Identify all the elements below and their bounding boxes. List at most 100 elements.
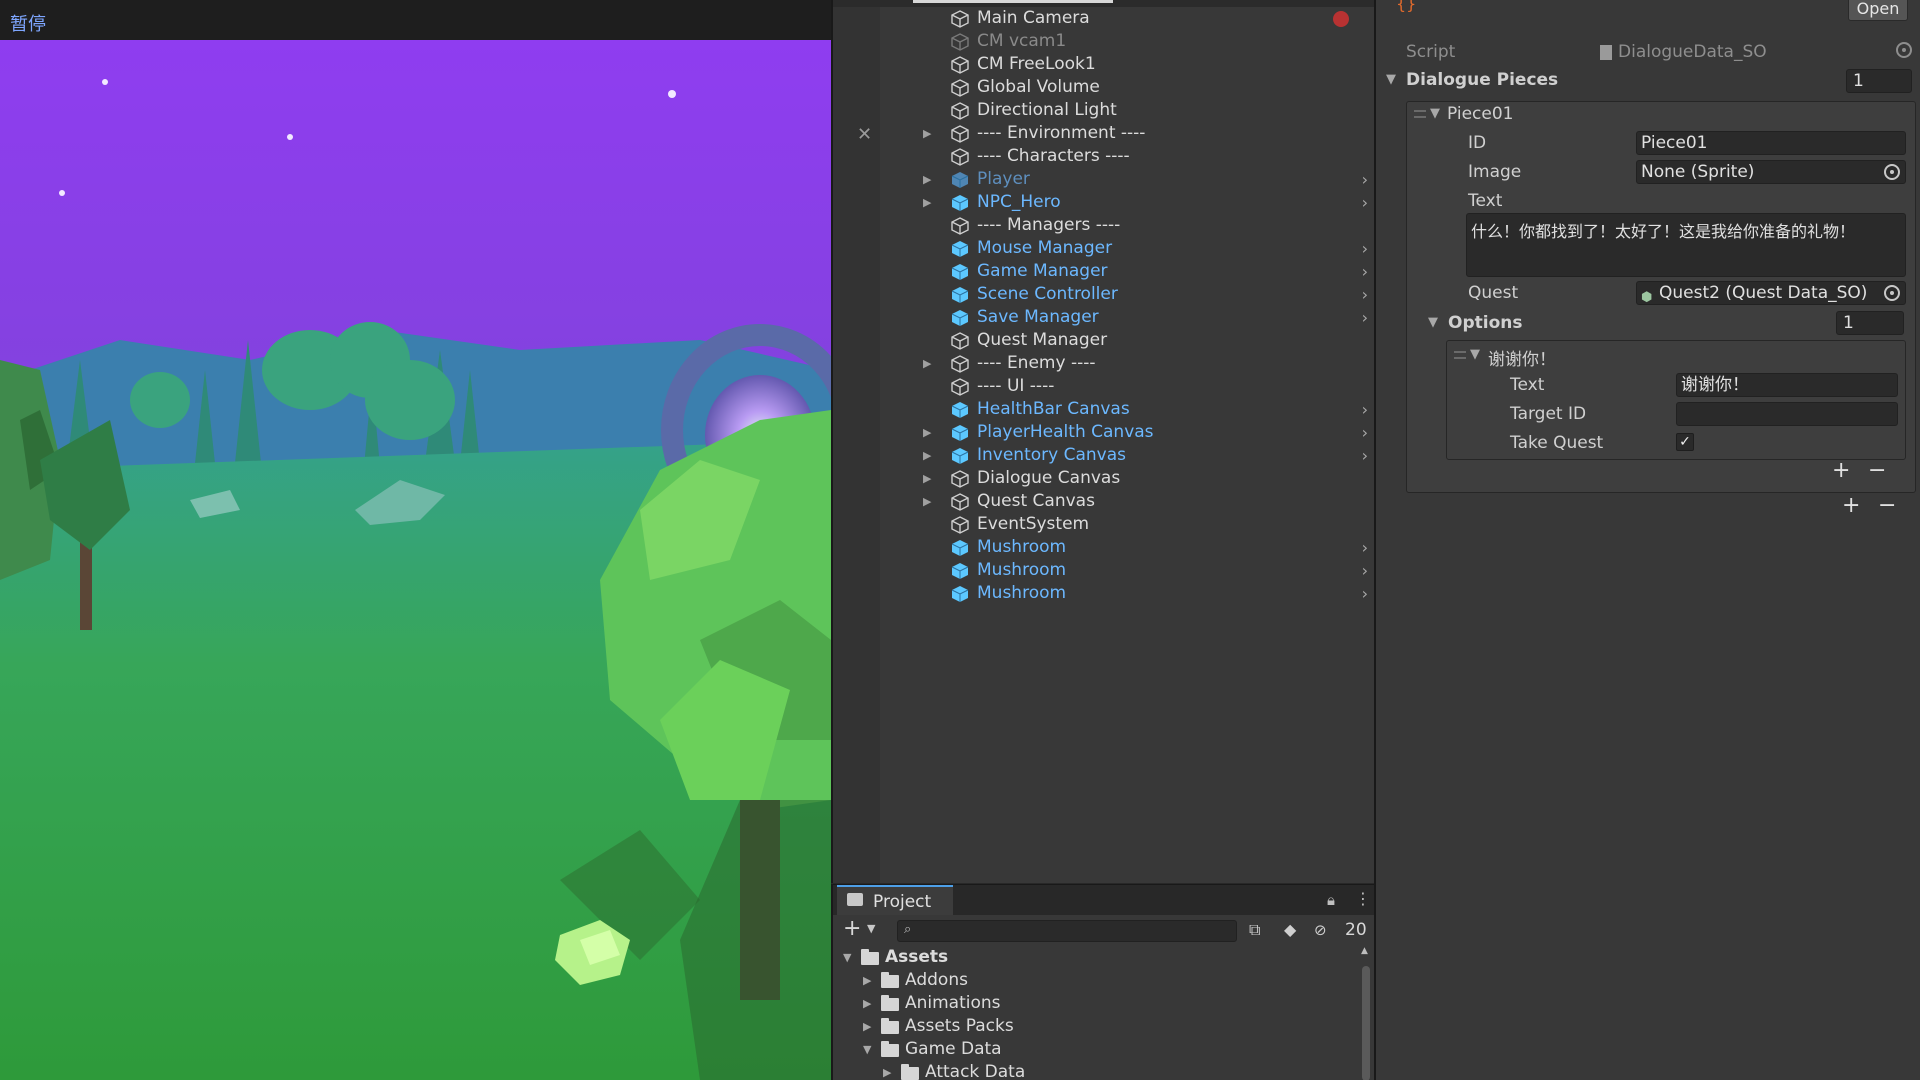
collapse-arrow-icon[interactable]: ▼ [863, 1038, 871, 1061]
hierarchy-item[interactable]: Game Manager › [880, 260, 1376, 283]
search-input[interactable]: ⌕ [897, 920, 1237, 942]
expand-arrow-icon[interactable]: ▶ [923, 352, 935, 375]
hierarchy-item[interactable]: ▶ Inventory Canvas › [880, 444, 1376, 467]
project-tree-item[interactable]: ▶ Addons [833, 969, 1353, 992]
expand-arrow-icon[interactable]: ▶ [923, 444, 935, 467]
options-label[interactable]: Options [1448, 313, 1522, 333]
hierarchy-item[interactable]: ▶ Quest Canvas [880, 490, 1376, 513]
project-tree-item[interactable]: ▼ Game Data [833, 1038, 1353, 1061]
open-prefab-chevron-icon[interactable]: › [1362, 260, 1368, 283]
hierarchy-item[interactable]: EventSystem [880, 513, 1376, 536]
hierarchy-item[interactable]: Scene Controller › [880, 283, 1376, 306]
expand-arrow-icon[interactable]: ▶ [863, 1015, 871, 1038]
project-scrollbar[interactable]: ▲ [1361, 946, 1371, 1080]
open-prefab-chevron-icon[interactable]: › [1362, 283, 1368, 306]
hierarchy-item[interactable]: ▶ Player › [880, 168, 1376, 191]
option-reorder-handle-icon[interactable] [1454, 351, 1466, 359]
open-prefab-chevron-icon[interactable]: › [1362, 398, 1368, 421]
dialogue-pieces-label[interactable]: Dialogue Pieces [1406, 70, 1558, 90]
project-tree-item[interactable]: ▶ Animations [833, 992, 1353, 1015]
hierarchy-item[interactable]: ---- Managers ---- [880, 214, 1376, 237]
open-prefab-chevron-icon[interactable]: › [1362, 559, 1368, 582]
remove-option-button[interactable]: − [1868, 459, 1886, 483]
target-id-field[interactable] [1676, 402, 1898, 426]
filter-by-label-icon[interactable]: ◆ [1284, 920, 1296, 939]
hierarchy-item[interactable]: ---- UI ---- [880, 375, 1376, 398]
dialogue-pieces-foldout-icon[interactable]: ▼ [1386, 72, 1396, 87]
expand-arrow-icon[interactable]: ▶ [923, 421, 935, 444]
expand-arrow-icon[interactable]: ▶ [883, 1061, 891, 1080]
hierarchy-item[interactable]: CM FreeLook1 [880, 53, 1376, 76]
lock-icon[interactable]: 🔒︎ [1327, 891, 1335, 909]
hierarchy-item[interactable]: ▶ Dialogue Canvas [880, 467, 1376, 490]
hierarchy-item[interactable]: ▶ ---- Enemy ---- [880, 352, 1376, 375]
hierarchy-item[interactable]: Quest Manager [880, 329, 1376, 352]
options-size-field[interactable]: 1 [1836, 311, 1904, 335]
add-option-button[interactable]: + [1832, 459, 1850, 483]
expand-arrow-icon[interactable]: ▶ [863, 992, 871, 1015]
quest-object-picker-icon[interactable] [1884, 285, 1900, 301]
create-button[interactable]: + [843, 917, 861, 941]
hierarchy-item[interactable]: Global Volume [880, 76, 1376, 99]
project-tree-item-label: Assets [885, 947, 949, 967]
expand-arrow-icon[interactable]: ▶ [923, 490, 935, 513]
reorder-handle-icon[interactable] [1414, 110, 1426, 118]
scroll-up-icon[interactable]: ▲ [1361, 946, 1368, 956]
hierarchy-item[interactable]: ---- Characters ---- [880, 145, 1376, 168]
hierarchy-item[interactable]: Mushroom › [880, 582, 1376, 605]
chevron-down-icon[interactable]: ▼ [867, 922, 875, 935]
hierarchy-item[interactable]: Mushroom › [880, 536, 1376, 559]
option-text-field[interactable]: 谢谢你！ [1676, 373, 1898, 397]
game-view[interactable]: 暂停 [0, 0, 831, 1080]
quest-field[interactable]: ⬢ Quest2 (Quest Data_SO) [1636, 281, 1906, 305]
open-prefab-chevron-icon[interactable]: › [1362, 306, 1368, 329]
text-area[interactable]: 什么！你都找到了！太好了！这是我给你准备的礼物！ [1466, 213, 1906, 277]
scroll-thumb[interactable] [1362, 966, 1370, 1080]
open-prefab-chevron-icon[interactable]: › [1362, 421, 1368, 444]
expand-arrow-icon[interactable]: ▶ [863, 969, 871, 992]
open-button[interactable]: Open [1848, 0, 1908, 21]
project-tree-item[interactable]: ▶ Assets Packs [833, 1015, 1353, 1038]
remove-piece-button[interactable]: − [1878, 494, 1896, 518]
open-prefab-chevron-icon[interactable]: › [1362, 444, 1368, 467]
image-object-picker-icon[interactable] [1884, 164, 1900, 180]
hierarchy-item[interactable]: ▶ PlayerHealth Canvas › [880, 421, 1376, 444]
tab-project[interactable]: Project [837, 885, 953, 915]
options-foldout-icon[interactable]: ▼ [1428, 315, 1438, 330]
dialogue-pieces-size-field[interactable]: 1 [1846, 69, 1912, 93]
expand-arrow-icon[interactable]: ▶ [923, 467, 935, 490]
take-quest-checkbox[interactable]: ✓ [1676, 433, 1694, 451]
collapse-arrow-icon[interactable]: ▼ [843, 946, 851, 969]
open-prefab-chevron-icon[interactable]: › [1362, 582, 1368, 605]
open-prefab-chevron-icon[interactable]: › [1362, 191, 1368, 214]
expand-arrow-icon[interactable]: ▶ [923, 122, 935, 145]
project-tree-item[interactable]: ▶ Attack Data [833, 1061, 1353, 1080]
hidden-packages-icon[interactable]: ⊘ [1314, 921, 1327, 939]
open-prefab-chevron-icon[interactable]: › [1362, 536, 1368, 559]
hierarchy-item[interactable]: Main Camera [880, 7, 1376, 30]
open-prefab-chevron-icon[interactable]: › [1362, 168, 1368, 191]
add-piece-button[interactable]: + [1842, 494, 1860, 518]
hierarchy-item[interactable]: Mouse Manager › [880, 237, 1376, 260]
hierarchy-item[interactable]: Mushroom › [880, 559, 1376, 582]
hierarchy-item[interactable]: Directional Light [880, 99, 1376, 122]
hierarchy-item[interactable]: CM vcam1 [880, 30, 1376, 53]
more-menu-icon[interactable]: ⋮ [1355, 889, 1371, 908]
filter-by-type-icon[interactable]: ⧉ [1249, 920, 1260, 940]
option-foldout-icon[interactable]: ▼ [1470, 347, 1480, 362]
expand-arrow-icon[interactable]: ▶ [923, 168, 935, 191]
option-name[interactable]: 谢谢你！ [1488, 345, 1556, 370]
hierarchy-item[interactable]: ▶ NPC_Hero › [880, 191, 1376, 214]
hierarchy-item[interactable]: HealthBar Canvas › [880, 398, 1376, 421]
hierarchy-item[interactable]: Save Manager › [880, 306, 1376, 329]
id-field[interactable]: Piece01 [1636, 131, 1906, 155]
expand-arrow-icon[interactable]: ▶ [923, 191, 935, 214]
open-prefab-chevron-icon[interactable]: › [1362, 237, 1368, 260]
hierarchy-item[interactable]: ▶ ---- Environment ---- [880, 122, 1376, 145]
piece-name[interactable]: Piece01 [1447, 104, 1514, 124]
image-field[interactable]: None (Sprite) [1636, 160, 1906, 184]
piece-foldout-icon[interactable]: ▼ [1430, 106, 1440, 121]
game-scene-render[interactable] [0, 40, 831, 1080]
visibility-toggle-icon[interactable]: ✕ [857, 124, 872, 145]
project-tree-item[interactable]: ▼ Assets [833, 946, 1353, 969]
